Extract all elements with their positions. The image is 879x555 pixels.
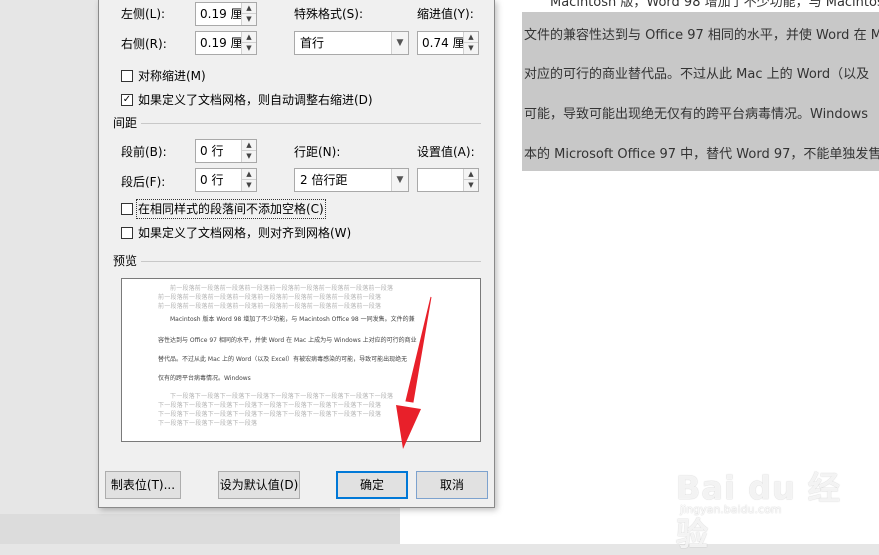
- chevron-down-icon[interactable]: ▼: [391, 169, 408, 191]
- document-line: 文件的兼容性达到与 Office 97 相同的水平，并使 Word 在 M: [524, 28, 879, 43]
- document-line: 对应的可行的商业替代品。不过从此 Mac 上的 Word（以及: [524, 67, 870, 82]
- spin-down-icon[interactable]: ▼: [242, 151, 256, 162]
- spacing-at-spinner[interactable]: ▲ ▼: [417, 168, 479, 192]
- chevron-down-icon[interactable]: ▼: [391, 32, 408, 54]
- preview-prev-paragraph: 前一段落前一段落前一段落前一段落前一段落前一段落前一段落前一段落前一段落: [158, 303, 382, 310]
- preview-text-line: 替代品。不过从此 Mac 上的 Word（以及 Excel）有被宏病毒感染的可能…: [158, 356, 408, 363]
- space-after-spinner[interactable]: 0 行 ▲ ▼: [195, 168, 257, 192]
- ok-button[interactable]: 确定: [336, 471, 408, 499]
- spacing-section-title: 间距: [113, 116, 138, 130]
- indent-left-spinner[interactable]: 0.19 厘米 ▲▼: [195, 2, 257, 26]
- watermark-url: jingyan.baidu.com: [680, 503, 782, 516]
- check-icon[interactable]: ✓: [121, 94, 133, 106]
- no-space-same-style-label: 在相同样式的段落间不添加空格(C): [136, 199, 326, 219]
- baidu-watermark: Bai du 经验 jingyan.baidu.com: [670, 455, 870, 553]
- mirror-indent-checkbox[interactable]: 对称缩进(M): [121, 68, 321, 84]
- preview-next-paragraph: 下一段落下一段落下一段落下一段落下一段落下一段落下一段落下一段落下一段落: [158, 402, 382, 409]
- preview-text-line: 容性达到与 Office 97 相同的水平，并使 Word 在 Mac 上成为与…: [158, 337, 417, 344]
- spin-up-icon[interactable]: ▲: [242, 3, 256, 14]
- special-format-select[interactable]: 首行 ▼: [294, 31, 409, 55]
- spin-up-icon[interactable]: ▲: [242, 169, 256, 180]
- spin-down-icon[interactable]: ▼: [464, 180, 478, 191]
- indent-by-value: 0.74 厘米: [422, 36, 464, 50]
- indent-by-spinner[interactable]: 0.74 厘米 ▲▼: [417, 31, 479, 55]
- special-format-label: 特殊格式(S):: [294, 7, 364, 21]
- preview-text-line: Macintosh 版本 Word 98 增加了不少功能，与 Macintosh…: [170, 316, 415, 323]
- preview-next-paragraph: 下一段落下一段落下一段落下一段落: [158, 420, 258, 427]
- preview-text-line: 仅有的跨平台病毒情况。Windows: [158, 375, 251, 382]
- document-line: 可能，导致可能出现绝无仅有的跨平台病毒情况。Windows: [524, 107, 869, 122]
- auto-adjust-indent-checkbox[interactable]: ✓ 如果定义了文档网格，则自动调整右缩进(D): [121, 92, 381, 108]
- checkbox-box[interactable]: [121, 70, 133, 82]
- snap-to-grid-label: 如果定义了文档网格，则对齐到网格(W): [138, 226, 352, 240]
- mirror-indent-label: 对称缩进(M): [138, 69, 206, 83]
- spin-down-icon[interactable]: ▼: [464, 43, 478, 54]
- space-before-value: 0 行: [200, 144, 224, 158]
- space-before-label: 段前(B):: [121, 145, 167, 159]
- line-spacing-select[interactable]: 2 倍行距 ▼: [294, 168, 409, 192]
- preview-section-title: 预览: [113, 254, 138, 268]
- indent-by-label: 缩进值(Y):: [417, 7, 474, 21]
- spin-down-icon[interactable]: ▼: [242, 14, 256, 25]
- document-line: 本的 Microsoft Office 97 中，替代 Word 97，不能单独…: [524, 147, 879, 162]
- indent-right-value: 0.19 厘米: [200, 36, 242, 50]
- document-gap: [0, 514, 400, 544]
- spin-up-icon[interactable]: ▲: [242, 32, 256, 43]
- spacing-at-label: 设置值(A):: [417, 145, 475, 159]
- space-before-spinner[interactable]: 0 行 ▲ ▼: [195, 139, 257, 163]
- document-line: Macintosh 版，Word 98 增加了不少功能，与 Macintosh: [522, 0, 879, 12]
- spin-down-icon[interactable]: ▼: [242, 43, 256, 54]
- line-spacing-value: 2 倍行距: [300, 173, 348, 187]
- spin-up-icon[interactable]: ▲: [464, 169, 478, 180]
- space-after-value: 0 行: [200, 173, 224, 187]
- preview-next-paragraph: 下一段落下一段落下一段落下一段落下一段落下一段落下一段落下一段落下一段落: [170, 393, 394, 400]
- spin-up-icon[interactable]: ▲: [242, 140, 256, 151]
- indent-right-label: 右侧(R):: [121, 37, 167, 51]
- special-format-value: 首行: [300, 36, 325, 50]
- spin-up-icon[interactable]: ▲: [464, 32, 478, 43]
- no-space-same-style-checkbox[interactable]: 在相同样式的段落间不添加空格(C): [121, 199, 331, 219]
- spacing-divider: [141, 123, 481, 124]
- tabs-button[interactable]: 制表位(T)...: [105, 471, 181, 499]
- set-default-button[interactable]: 设为默认值(D): [218, 471, 300, 499]
- spin-down-icon[interactable]: ▼: [242, 180, 256, 191]
- paragraph-dialog: 左侧(L): 0.19 厘米 ▲▼ 特殊格式(S): 缩进值(Y): 右侧(R)…: [98, 0, 495, 508]
- space-after-label: 段后(F):: [121, 175, 166, 189]
- checkbox-box[interactable]: [121, 227, 133, 239]
- indent-right-spinner[interactable]: 0.19 厘米 ▲▼: [195, 31, 257, 55]
- preview-prev-paragraph: 前一段落前一段落前一段落前一段落前一段落前一段落前一段落前一段落前一段落: [170, 285, 394, 292]
- auto-adjust-indent-label: 如果定义了文档网格，则自动调整右缩进(D): [138, 93, 373, 107]
- line-spacing-label: 行距(N):: [294, 145, 341, 159]
- indent-left-label: 左侧(L):: [121, 7, 166, 21]
- checkbox-box[interactable]: [121, 203, 133, 215]
- preview-divider: [141, 261, 481, 262]
- document-selected-text[interactable]: Macintosh 版，Word 98 增加了不少功能，与 Macintosh …: [522, 0, 879, 171]
- indent-left-value: 0.19 厘米: [200, 7, 242, 21]
- snap-to-grid-checkbox[interactable]: 如果定义了文档网格，则对齐到网格(W): [121, 225, 351, 241]
- cancel-button[interactable]: 取消: [416, 471, 488, 499]
- preview-next-paragraph: 下一段落下一段落下一段落下一段落下一段落下一段落下一段落下一段落下一段落: [158, 411, 382, 418]
- paragraph-preview: 前一段落前一段落前一段落前一段落前一段落前一段落前一段落前一段落前一段落 前一段…: [121, 278, 481, 442]
- preview-prev-paragraph: 前一段落前一段落前一段落前一段落前一段落前一段落前一段落前一段落前一段落: [158, 294, 382, 301]
